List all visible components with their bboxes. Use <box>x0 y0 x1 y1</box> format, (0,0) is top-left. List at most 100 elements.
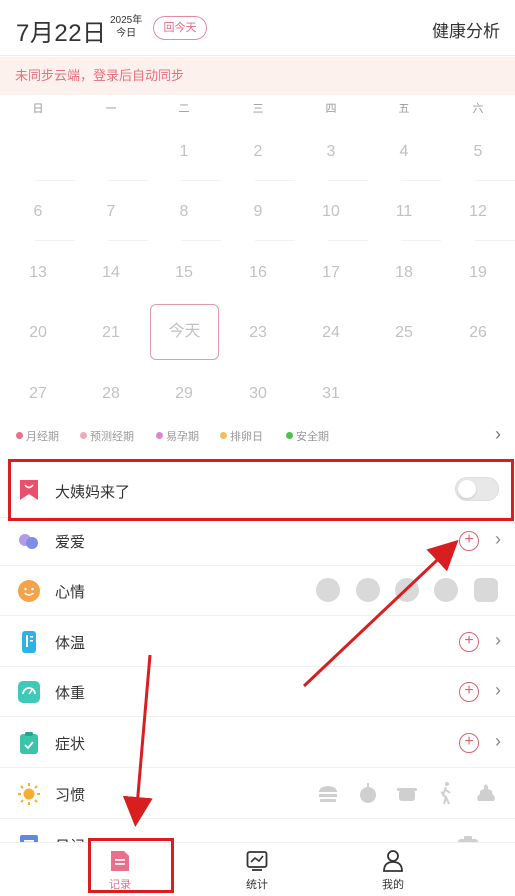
divider <box>328 180 368 181</box>
add-symptoms-button[interactable]: + <box>459 733 479 753</box>
legend-label: 易孕期 <box>166 431 199 443</box>
calendar-day[interactable]: 1 <box>154 140 214 164</box>
divider <box>181 180 221 181</box>
nav-stats-tab[interactable]: 统计 <box>227 849 287 892</box>
calendar-day[interactable]: 5 <box>448 140 508 164</box>
scale-icon <box>18 681 40 703</box>
weight-row[interactable]: 体重 + › <box>0 667 515 717</box>
calendar-day[interactable]: 23 <box>228 321 288 345</box>
walking-icon[interactable] <box>434 781 458 805</box>
header: 7月22日 2025年 今日 回今天 健康分析 <box>0 0 515 56</box>
calendar-day[interactable]: 19 <box>448 261 508 285</box>
nav-record-tab[interactable]: 记录 <box>90 849 150 892</box>
cooking-pot-icon[interactable] <box>395 781 419 805</box>
divider <box>35 180 75 181</box>
calendar-day[interactable]: 29 <box>154 382 214 406</box>
mood-label: 心情 <box>55 584 86 601</box>
love-row[interactable]: 爱爱 + › <box>0 516 515 566</box>
symptoms-label: 症状 <box>55 736 86 753</box>
bottom-nav: 记录 统计 我的 <box>0 842 515 896</box>
calendar-day[interactable]: 30 <box>228 382 288 406</box>
weekday-label: 二 <box>178 103 190 115</box>
profile-icon <box>383 850 403 872</box>
chevron-right-icon: › <box>495 731 501 751</box>
health-analysis-link[interactable]: 健康分析 <box>432 17 500 42</box>
calendar-today-cell[interactable]: 今天 <box>150 304 219 360</box>
calendar-day[interactable]: 18 <box>374 261 434 285</box>
calendar-day[interactable]: 11 <box>374 200 434 224</box>
sync-banner[interactable]: 未同步云端，登录后自动同步 <box>0 57 515 95</box>
mood-angry-icon[interactable] <box>434 578 458 602</box>
period-label: 大姨妈来了 <box>55 484 131 501</box>
calendar-day[interactable]: 9 <box>228 200 288 224</box>
divider <box>108 240 148 241</box>
burger-icon[interactable] <box>316 781 340 805</box>
calendar-day[interactable]: 16 <box>228 261 288 285</box>
temperature-row[interactable]: 体温 + › <box>0 617 515 667</box>
hearts-icon <box>19 534 38 549</box>
mood-row[interactable]: 心情 <box>0 566 515 616</box>
mood-laugh-icon[interactable] <box>316 578 340 602</box>
legend-dot <box>220 432 227 439</box>
weekday-label: 六 <box>472 103 484 115</box>
calendar-day[interactable]: 2 <box>228 140 288 164</box>
calendar-day[interactable]: 28 <box>81 382 141 406</box>
period-flag-icon <box>20 480 38 500</box>
current-date[interactable]: 7月22日 <box>16 13 107 48</box>
record-document-icon <box>111 851 129 871</box>
calendar-day[interactable]: 26 <box>448 321 508 345</box>
nav-stats-label: 统计 <box>246 879 268 891</box>
calendar-day[interactable]: 13 <box>8 261 68 285</box>
add-weight-button[interactable]: + <box>459 682 479 702</box>
period-row[interactable]: 大姨妈来了 <box>0 462 515 518</box>
symptoms-row[interactable]: 症状 + › <box>0 718 515 768</box>
legend-label: 安全期 <box>296 431 329 443</box>
mood-smile-icon[interactable] <box>356 578 380 602</box>
mood-sad-icon[interactable] <box>474 578 498 602</box>
calendar-day[interactable]: 7 <box>81 200 141 224</box>
apple-icon[interactable] <box>356 781 380 805</box>
calendar-day[interactable]: 3 <box>301 140 361 164</box>
divider <box>181 240 221 241</box>
toggle-knob <box>458 480 476 498</box>
legend-dot <box>286 432 293 439</box>
year-text: 2025年 <box>110 15 143 26</box>
calendar-day[interactable]: 6 <box>8 200 68 224</box>
weekday-label: 一 <box>105 103 117 115</box>
clipboard-icon <box>20 732 38 754</box>
nav-mine-tab[interactable]: 我的 <box>363 849 423 892</box>
calendar-day[interactable]: 10 <box>301 200 361 224</box>
weekday-label: 三 <box>252 103 264 115</box>
nav-mine-label: 我的 <box>382 879 404 891</box>
calendar-day[interactable]: 12 <box>448 200 508 224</box>
calendar-day[interactable]: 15 <box>154 261 214 285</box>
calendar-day[interactable]: 24 <box>301 321 361 345</box>
nav-record-label: 记录 <box>109 879 131 891</box>
divider <box>255 180 295 181</box>
add-temperature-button[interactable]: + <box>459 632 479 652</box>
calendar-day[interactable]: 31 <box>301 382 361 406</box>
calendar-day[interactable]: 25 <box>374 321 434 345</box>
habits-row[interactable]: 习惯 <box>0 769 515 819</box>
period-toggle[interactable] <box>455 477 499 501</box>
divider <box>401 240 441 241</box>
legend-label: 月经期 <box>26 431 59 443</box>
divider <box>401 180 441 181</box>
calendar-day[interactable]: 4 <box>374 140 434 164</box>
add-love-button[interactable]: + <box>459 531 479 551</box>
poop-icon[interactable] <box>474 781 498 805</box>
calendar-day[interactable]: 27 <box>8 382 68 406</box>
chevron-right-icon: › <box>495 680 501 700</box>
calendar-day[interactable]: 14 <box>81 261 141 285</box>
thermometer-icon <box>22 631 36 653</box>
mood-neutral-icon[interactable] <box>395 578 419 602</box>
weekday-label: 五 <box>398 103 410 115</box>
calendar-day[interactable]: 17 <box>301 261 361 285</box>
calendar-day[interactable]: 8 <box>154 200 214 224</box>
divider <box>475 240 515 241</box>
weekday-label: 日 <box>32 103 44 115</box>
legend-chevron-icon[interactable]: › <box>495 424 501 445</box>
calendar-day[interactable]: 20 <box>8 321 68 345</box>
calendar-day[interactable]: 21 <box>81 321 141 345</box>
back-to-today-button[interactable]: 回今天 <box>153 16 207 40</box>
